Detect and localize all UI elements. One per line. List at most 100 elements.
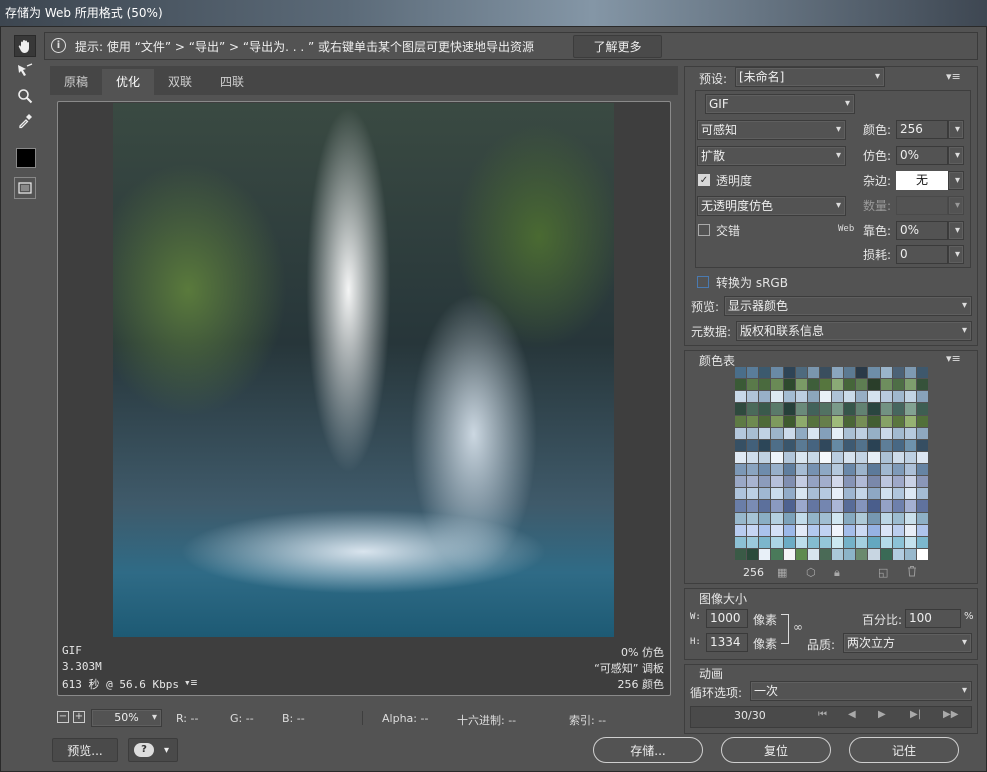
hand-tool[interactable] <box>14 35 36 57</box>
next-frame-icon[interactable]: ▶| <box>910 709 921 720</box>
color-swatch[interactable] <box>880 403 892 415</box>
color-swatch[interactable] <box>892 488 904 500</box>
web-snap-dropdown[interactable]: ▾ <box>948 221 964 240</box>
color-swatch[interactable] <box>904 379 916 391</box>
color-swatch[interactable] <box>868 415 880 427</box>
color-swatch[interactable] <box>916 451 928 463</box>
color-swatch[interactable] <box>856 367 868 379</box>
color-swatch[interactable] <box>832 391 844 403</box>
color-swatch[interactable] <box>783 379 795 391</box>
color-swatch[interactable] <box>832 536 844 548</box>
color-swatch[interactable] <box>735 415 747 427</box>
color-swatch[interactable] <box>783 536 795 548</box>
color-swatch[interactable] <box>783 488 795 500</box>
width-input[interactable]: 1000 <box>706 609 748 628</box>
interlace-checkbox[interactable] <box>698 224 710 236</box>
color-swatch[interactable] <box>868 367 880 379</box>
zoom-tool[interactable] <box>14 85 36 107</box>
color-swatch[interactable] <box>844 524 856 536</box>
color-swatch[interactable] <box>880 536 892 548</box>
color-swatch[interactable] <box>795 427 807 439</box>
color-swatch[interactable] <box>807 451 819 463</box>
color-swatch[interactable] <box>771 379 783 391</box>
color-swatch[interactable] <box>904 403 916 415</box>
color-swatch[interactable] <box>880 488 892 500</box>
color-swatch[interactable] <box>819 488 831 500</box>
color-swatch[interactable] <box>771 439 783 451</box>
color-swatch[interactable] <box>807 379 819 391</box>
color-swatch[interactable] <box>844 512 856 524</box>
color-swatch[interactable] <box>747 548 759 560</box>
color-swatch[interactable] <box>795 367 807 379</box>
color-swatch[interactable] <box>735 379 747 391</box>
color-swatch[interactable] <box>892 415 904 427</box>
color-swatch[interactable] <box>807 512 819 524</box>
color-swatch[interactable] <box>747 439 759 451</box>
color-swatch[interactable] <box>735 524 747 536</box>
color-swatch[interactable] <box>807 500 819 512</box>
web-snap-input[interactable]: 0% <box>896 221 948 240</box>
color-swatch[interactable] <box>868 524 880 536</box>
color-swatch[interactable] <box>795 512 807 524</box>
link-icon[interactable]: ∞ <box>793 620 803 634</box>
color-swatch[interactable] <box>832 512 844 524</box>
color-swatch[interactable] <box>771 391 783 403</box>
reset-button[interactable]: 复位 <box>721 737 831 763</box>
color-swatch[interactable] <box>735 403 747 415</box>
color-swatch[interactable] <box>868 439 880 451</box>
color-swatch[interactable] <box>747 391 759 403</box>
color-swatch[interactable] <box>844 464 856 476</box>
color-swatch[interactable] <box>747 488 759 500</box>
color-swatch[interactable] <box>807 524 819 536</box>
color-swatch[interactable] <box>916 391 928 403</box>
color-swatch[interactable] <box>819 500 831 512</box>
color-swatch[interactable] <box>747 536 759 548</box>
color-swatch[interactable] <box>880 379 892 391</box>
color-swatch[interactable] <box>868 488 880 500</box>
color-swatch[interactable] <box>904 367 916 379</box>
color-swatch[interactable] <box>892 439 904 451</box>
color-swatch[interactable] <box>856 439 868 451</box>
color-swatch[interactable] <box>856 476 868 488</box>
percent-input[interactable]: 100 <box>905 609 961 628</box>
color-swatch[interactable] <box>735 391 747 403</box>
optimize-menu-icon[interactable]: ▾≡ <box>946 70 961 83</box>
color-swatch[interactable] <box>759 403 771 415</box>
matte-color-swatch[interactable]: 无 <box>896 171 948 190</box>
color-swatch[interactable] <box>868 427 880 439</box>
dither-algorithm-select[interactable]: 扩散 ▾ <box>697 146 846 166</box>
color-swatch[interactable] <box>916 500 928 512</box>
color-swatch[interactable] <box>916 415 928 427</box>
color-swatch[interactable] <box>783 524 795 536</box>
color-swatch[interactable] <box>880 500 892 512</box>
color-swatch[interactable] <box>735 451 747 463</box>
color-swatch[interactable] <box>832 439 844 451</box>
color-swatch[interactable] <box>807 427 819 439</box>
color-swatch[interactable] <box>819 512 831 524</box>
color-swatch[interactable] <box>771 524 783 536</box>
color-swatch[interactable] <box>771 464 783 476</box>
color-swatch[interactable] <box>916 536 928 548</box>
color-swatch[interactable] <box>819 439 831 451</box>
color-swatch[interactable] <box>747 451 759 463</box>
color-swatch[interactable] <box>916 379 928 391</box>
color-swatch[interactable] <box>904 512 916 524</box>
color-swatch[interactable] <box>856 415 868 427</box>
amount-input[interactable] <box>896 196 948 215</box>
color-swatch[interactable] <box>844 439 856 451</box>
color-swatch[interactable] <box>819 367 831 379</box>
color-swatch[interactable] <box>819 415 831 427</box>
color-swatch[interactable] <box>868 391 880 403</box>
color-swatch[interactable] <box>892 403 904 415</box>
color-swatch[interactable] <box>747 500 759 512</box>
color-swatch[interactable] <box>747 524 759 536</box>
color-swatch[interactable] <box>844 367 856 379</box>
color-swatch[interactable] <box>735 548 747 560</box>
color-swatch[interactable] <box>856 427 868 439</box>
color-swatch[interactable] <box>844 488 856 500</box>
last-frame-icon[interactable]: ▶▶ <box>943 709 958 720</box>
convert-srgb-checkbox[interactable] <box>697 276 709 288</box>
color-swatch[interactable] <box>832 379 844 391</box>
color-swatch[interactable] <box>819 379 831 391</box>
color-swatch[interactable] <box>904 464 916 476</box>
